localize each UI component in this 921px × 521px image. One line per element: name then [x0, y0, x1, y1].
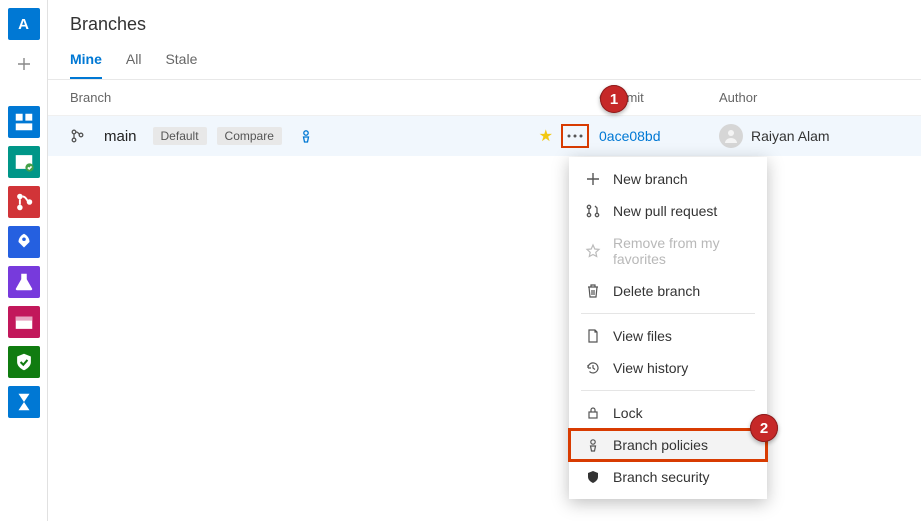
menu-view-history[interactable]: View history [569, 352, 767, 384]
artifacts-nav[interactable] [8, 306, 40, 338]
left-rail: A [0, 0, 48, 521]
tab-mine[interactable]: Mine [70, 51, 102, 79]
table-header: Branch Commit Author [48, 80, 921, 116]
overview-nav[interactable] [8, 106, 40, 138]
pipelines-nav[interactable] [8, 226, 40, 258]
favorite-star-icon[interactable]: ★ [539, 126, 553, 146]
rocket-icon [13, 231, 35, 253]
author-cell: Raiyan Alam [719, 124, 899, 148]
branch-name[interactable]: main [104, 128, 137, 145]
trash-icon [585, 283, 601, 299]
compare-badge[interactable]: Compare [217, 127, 282, 145]
menu-delete-branch[interactable]: Delete branch [569, 275, 767, 307]
menu-lock-label: Lock [613, 405, 643, 421]
shield-icon [585, 469, 601, 485]
repos-icon [13, 191, 35, 213]
ellipsis-icon [567, 134, 583, 138]
boards-nav[interactable] [8, 146, 40, 178]
policy-icon[interactable] [298, 128, 314, 144]
menu-branch-policies[interactable]: Branch policies [569, 429, 767, 461]
add-project-button[interactable] [8, 48, 40, 80]
branch-row[interactable]: main Default Compare ★ 0ace08bd Raiyan A… [48, 116, 921, 156]
menu-branch-security[interactable]: Branch security [569, 461, 767, 493]
flask-icon [13, 271, 35, 293]
menu-new-branch[interactable]: New branch [569, 163, 767, 195]
history-icon [585, 360, 601, 376]
menu-branch-security-label: Branch security [613, 469, 709, 485]
package-icon [13, 311, 35, 333]
author-name: Raiyan Alam [751, 128, 830, 144]
project-avatar[interactable]: A [8, 8, 40, 40]
main-content: Branches Mine All Stale Branch Commit Au… [48, 0, 921, 521]
star-outline-icon [585, 243, 601, 259]
repos-nav[interactable] [8, 186, 40, 218]
security-nav[interactable] [8, 346, 40, 378]
tab-all[interactable]: All [126, 51, 142, 79]
policy-icon [585, 437, 601, 453]
page-title: Branches [48, 0, 921, 41]
callout-1: 1 [600, 85, 628, 113]
more-options-button[interactable] [561, 124, 589, 148]
col-branch-header: Branch [70, 90, 599, 105]
default-badge: Default [153, 127, 207, 145]
tab-stale[interactable]: Stale [165, 51, 197, 79]
menu-delete-branch-label: Delete branch [613, 283, 700, 299]
menu-view-history-label: View history [613, 360, 688, 376]
lock-icon [585, 405, 601, 421]
hourglass-icon [13, 391, 35, 413]
menu-branch-policies-label: Branch policies [613, 437, 708, 453]
branch-icon [70, 128, 86, 144]
menu-lock[interactable]: Lock [569, 397, 767, 429]
branch-context-menu: New branch New pull request Remove from … [569, 157, 767, 499]
test-plans-nav[interactable] [8, 266, 40, 298]
menu-new-branch-label: New branch [613, 171, 688, 187]
menu-new-pull-request[interactable]: New pull request [569, 195, 767, 227]
callout-2: 2 [750, 414, 778, 442]
shield-check-icon [13, 351, 35, 373]
menu-remove-favorite: Remove from my favorites [569, 227, 767, 275]
dashboard-icon [13, 111, 35, 133]
menu-new-pr-label: New pull request [613, 203, 717, 219]
file-icon [585, 328, 601, 344]
plus-icon [585, 171, 601, 187]
menu-separator [581, 313, 755, 314]
pull-request-icon [585, 203, 601, 219]
author-avatar [719, 124, 743, 148]
col-author-header: Author [719, 90, 899, 105]
commit-hash-link[interactable]: 0ace08bd [599, 128, 719, 144]
menu-view-files-label: View files [613, 328, 672, 344]
boards-icon [13, 151, 35, 173]
menu-remove-fav-label: Remove from my favorites [613, 235, 751, 267]
person-icon [723, 128, 739, 144]
menu-separator [581, 390, 755, 391]
menu-view-files[interactable]: View files [569, 320, 767, 352]
plus-icon [16, 56, 32, 72]
hourglass-nav[interactable] [8, 386, 40, 418]
branch-tabs: Mine All Stale [48, 41, 921, 80]
